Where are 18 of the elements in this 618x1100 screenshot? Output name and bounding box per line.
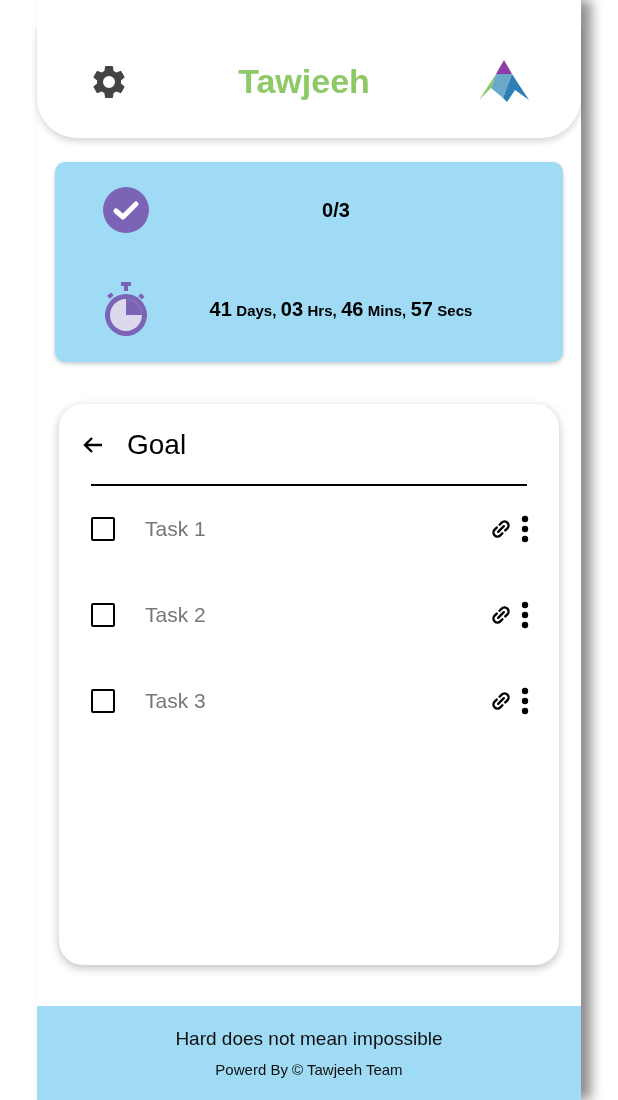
goal-title: Goal [127, 428, 187, 462]
task-label: Task 3 [145, 688, 207, 715]
footer-credit: Powerd By © Tawjeeh Team [215, 1060, 403, 1080]
check-circle-icon [103, 186, 149, 233]
task-label: Task 1 [145, 516, 207, 543]
stopwatch-icon [103, 281, 149, 338]
task-label: Task 2 [145, 602, 207, 629]
task-checkbox[interactable] [91, 603, 115, 627]
motivational-quote: Hard does not mean impossible [175, 1026, 443, 1051]
app-title: Tawjeeh [238, 61, 370, 102]
progress-count: 0/3 [321, 197, 351, 223]
task-checkbox[interactable] [91, 689, 115, 713]
mountain-logo-icon [479, 59, 529, 104]
more-options-icon[interactable] [521, 601, 529, 629]
countdown-timer: 41 Days, 03 Hrs, 46 Mins, 57 Secs [208, 297, 474, 322]
more-options-icon[interactable] [521, 515, 529, 543]
task-checkbox[interactable] [91, 517, 115, 541]
more-options-icon[interactable] [521, 687, 529, 715]
